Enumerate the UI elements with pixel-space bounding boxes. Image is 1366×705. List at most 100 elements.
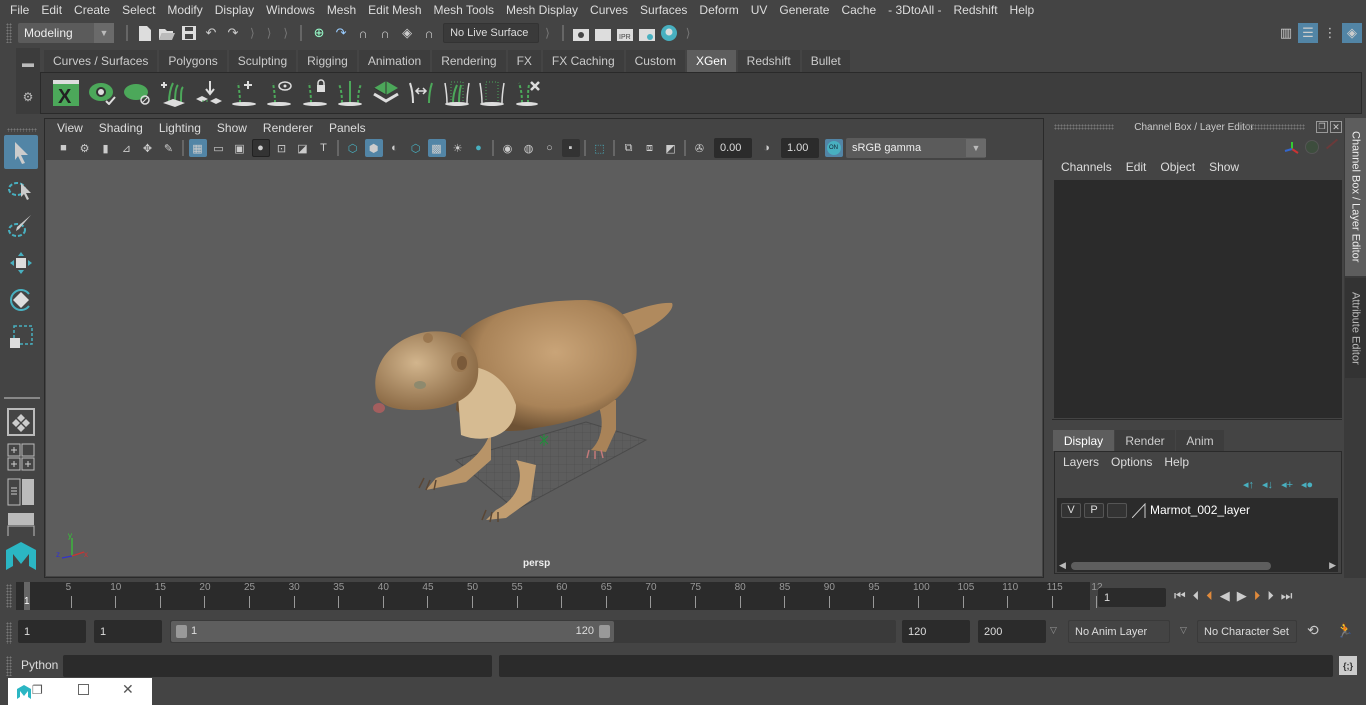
visibility-toggle[interactable]: V <box>1061 502 1081 518</box>
persp-graph-layout-icon[interactable] <box>4 512 38 536</box>
shadows-icon[interactable]: ● <box>470 139 488 157</box>
channels-menu[interactable]: Channels <box>1054 160 1119 174</box>
snap-surface-icon[interactable]: ◈ <box>397 23 417 43</box>
shelf-menu-icon[interactable]: ▬ <box>16 56 40 70</box>
menu-mesh[interactable]: Mesh <box>321 3 362 17</box>
delete-guide-icon[interactable] <box>511 76 545 110</box>
side-tab-channel-box[interactable]: Channel Box / Layer Editor <box>1345 118 1366 276</box>
layer-color-icon[interactable] <box>1131 502 1146 518</box>
exposure-field[interactable]: 0.00 <box>714 138 752 158</box>
command-input[interactable] <box>63 655 492 677</box>
maximize-icon[interactable] <box>78 684 89 695</box>
guide-cvs-icon[interactable] <box>475 76 509 110</box>
channel-box-toggle-icon[interactable]: ◈ <box>1342 23 1362 43</box>
layer-tab-render[interactable]: Render <box>1115 430 1175 451</box>
guide-split-icon[interactable] <box>333 76 367 110</box>
shelf-tab-rigging[interactable]: Rigging <box>298 50 359 72</box>
step-back-frame-icon[interactable]: ⏴ <box>1193 588 1200 604</box>
menu-deform[interactable]: Deform <box>693 3 744 17</box>
scale-tool[interactable] <box>4 320 38 354</box>
menu-mesh-tools[interactable]: Mesh Tools <box>428 3 500 17</box>
time-slider[interactable]: 1 5 10 15 20 25 30 35 40 45 50 55 60 65 70 75 80 85 90 95 1… <box>16 582 1103 610</box>
range-slider-bar[interactable]: 1 120 <box>171 621 614 642</box>
undo-icon[interactable]: ↶ <box>201 23 221 43</box>
float-panel-icon[interactable]: ❐ <box>1316 121 1328 133</box>
camera-select-icon[interactable]: ■ <box>55 139 73 157</box>
collapse-arrow-icon[interactable]: ⟩ <box>267 26 272 40</box>
shelf-tab-curves-surfaces[interactable]: Curves / Surfaces <box>44 50 160 72</box>
2d-pan-zoom-icon[interactable]: ✥ <box>139 139 157 157</box>
playback-start-field[interactable]: 1 <box>94 620 162 643</box>
animation-preferences-icon[interactable]: 🏃 <box>1336 622 1353 639</box>
safe-action-icon[interactable]: ◪ <box>294 139 312 157</box>
side-tab-attribute-editor[interactable]: Attribute Editor <box>1345 278 1366 378</box>
anim-layer-dropdown[interactable]: No Anim Layer <box>1068 620 1170 643</box>
end-time-field[interactable]: 200 <box>978 620 1046 643</box>
menu-uv[interactable]: UV <box>745 3 774 17</box>
grease-pencil-icon[interactable]: ✎ <box>160 139 178 157</box>
shelf-tab-polygons[interactable]: Polygons <box>159 50 229 72</box>
menu-create[interactable]: Create <box>68 3 116 17</box>
edit-menu[interactable]: Edit <box>1119 160 1154 174</box>
go-to-end-icon[interactable]: ⏭ <box>1281 588 1293 604</box>
start-time-field[interactable]: 1 <box>18 620 86 643</box>
wireframe-icon[interactable]: ⬡ <box>344 139 362 157</box>
flip-guides-icon[interactable] <box>404 76 438 110</box>
render-view-icon[interactable] <box>571 23 591 43</box>
live-surface-field[interactable]: No Live Surface <box>443 23 540 43</box>
script-language-toggle[interactable]: Python <box>21 658 58 672</box>
xray-icon[interactable]: ⧉ <box>620 139 638 157</box>
menu-surfaces[interactable]: Surfaces <box>634 3 693 17</box>
menu-cache[interactable]: Cache <box>835 3 882 17</box>
move-tool[interactable] <box>4 246 38 280</box>
shelf-tab-custom[interactable]: Custom <box>625 50 687 72</box>
grid-density-icon[interactable] <box>369 76 403 110</box>
character-set-dropdown[interactable]: No Character Set <box>1197 620 1297 643</box>
range-slider-track[interactable]: 1 120 <box>170 620 896 643</box>
xray-active-icon[interactable]: ◩ <box>662 139 680 157</box>
shelf-tab-sculpting[interactable]: Sculpting <box>228 50 299 72</box>
menu-mesh-display[interactable]: Mesh Display <box>500 3 584 17</box>
gamma-field[interactable]: 1.00 <box>781 138 819 158</box>
screen-space-ao-icon[interactable]: ◉ <box>499 139 517 157</box>
layer-tab-anim[interactable]: Anim <box>1176 430 1224 451</box>
default-lighting-icon[interactable]: ◐ <box>386 139 404 157</box>
render-settings-icon[interactable] <box>637 23 657 43</box>
new-layer-selected-icon[interactable]: ◂● <box>1301 478 1313 491</box>
new-layer-icon[interactable]: ◂+ <box>1281 478 1293 491</box>
manipulator-axes-icon[interactable] <box>1284 140 1300 159</box>
restore-icon[interactable]: ❐ <box>32 683 43 697</box>
auto-key-icon[interactable]: ⟲ <box>1307 622 1319 639</box>
panel-menu-panels[interactable]: Panels <box>321 121 374 135</box>
lasso-tool[interactable] <box>4 172 38 206</box>
panel-menu-renderer[interactable]: Renderer <box>255 121 321 135</box>
ipr-render-icon[interactable]: IPR <box>615 23 635 43</box>
layer-scrollbar[interactable]: ◀ ▶ <box>1057 560 1338 572</box>
collapse-arrow-icon[interactable]: ⟩ <box>250 26 255 40</box>
3d-viewport[interactable]: y x z persp <box>46 160 1042 576</box>
select-guides-icon[interactable] <box>440 76 474 110</box>
playback-end-field[interactable]: 120 <box>902 620 970 643</box>
layers-menu[interactable]: Layers <box>1057 455 1105 469</box>
close-icon[interactable]: ✕ <box>122 681 134 698</box>
snap-grid-icon[interactable]: ⊕ <box>309 23 329 43</box>
shelf-tab-bullet[interactable]: Bullet <box>801 50 852 72</box>
four-view-layout-icon[interactable] <box>4 442 38 472</box>
menu-edit[interactable]: Edit <box>35 3 68 17</box>
add-guide-icon[interactable] <box>227 76 261 110</box>
shelf-tab-animation[interactable]: Animation <box>358 50 433 72</box>
current-frame-field[interactable]: 1 <box>1098 588 1166 607</box>
drag-handle[interactable] <box>7 128 37 132</box>
field-chart-icon[interactable]: ⊡ <box>273 139 291 157</box>
scrollbar-thumb[interactable] <box>1071 562 1271 570</box>
open-scene-icon[interactable] <box>157 23 177 43</box>
grid-toggle-icon[interactable]: ▦ <box>188 139 207 157</box>
anti-aliasing-icon[interactable]: ○ <box>541 139 559 157</box>
outliner-persp-layout-icon[interactable] <box>4 475 38 509</box>
close-panel-icon[interactable]: ✕ <box>1330 121 1342 133</box>
panel-menu-view[interactable]: View <box>49 121 91 135</box>
rotate-tool[interactable] <box>4 283 38 317</box>
textured-icon[interactable]: ▩ <box>427 139 446 157</box>
step-back-key-icon[interactable]: ⏴ <box>1206 588 1213 604</box>
shelf-tab-rendering[interactable]: Rendering <box>432 50 508 72</box>
